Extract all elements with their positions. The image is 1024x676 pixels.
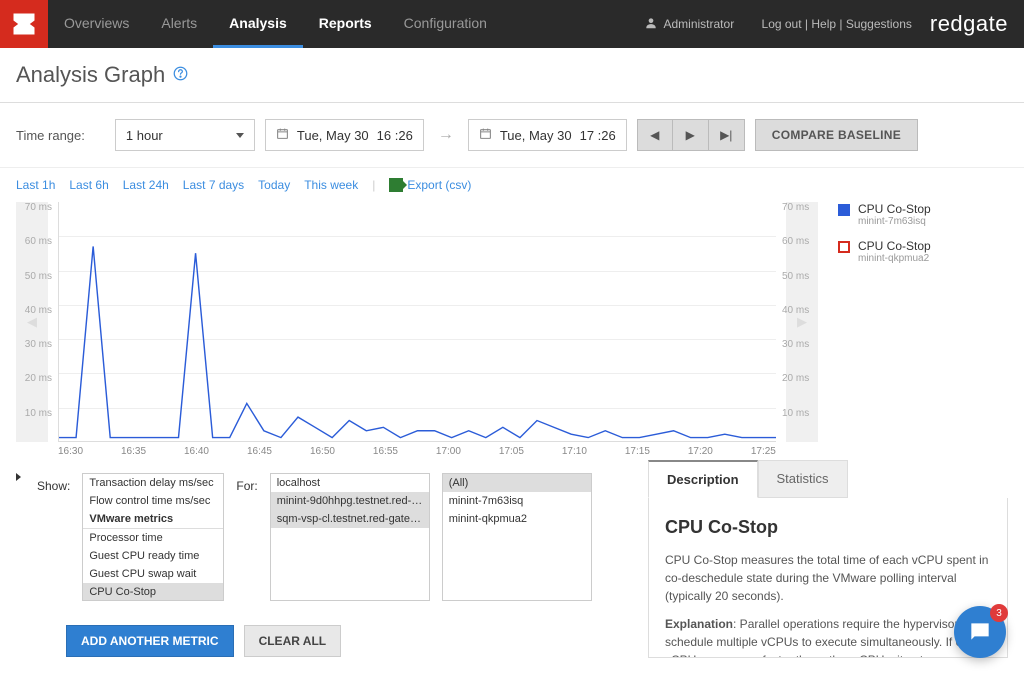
legend-host: minint-qkpmua2 (858, 253, 931, 264)
compare-baseline-button[interactable]: COMPARE BASELINE (755, 119, 918, 151)
nav-alerts[interactable]: Alerts (145, 0, 213, 48)
list-item[interactable]: minint-9d0hhpg.testnet.red-gate.com (271, 492, 429, 510)
timerange-label: Time range: (16, 128, 85, 143)
list-item[interactable]: Processor time (83, 529, 223, 547)
export-icon (389, 178, 403, 192)
quick-24h[interactable]: Last 24h (123, 178, 169, 192)
legend: CPU Co-Stop minint-7m63isq CPU Co-Stop m… (818, 202, 1008, 457)
chart-wrap: ◀ ▶ 70 ms60 ms50 ms40 ms30 ms20 ms10 ms … (0, 202, 1024, 457)
page-title: Analysis Graph (16, 62, 165, 88)
info-tabs: Description Statistics (648, 460, 1008, 498)
export-label: Export (csv) (407, 178, 471, 192)
list-item[interactable]: Flow control time ms/sec (83, 492, 223, 510)
timerange-select[interactable]: 1 hour (115, 119, 255, 151)
list-item[interactable]: CPU Co-Stop (83, 583, 223, 601)
arrow-right-icon: → (434, 126, 458, 144)
quick-week[interactable]: This week (304, 178, 358, 192)
user-links[interactable]: Log out | Help | Suggestions (762, 17, 912, 31)
expand-icon[interactable] (16, 473, 21, 481)
chart-body[interactable] (58, 202, 776, 442)
list-item[interactable]: sqm-vsp-cl.testnet.red-gate.com (271, 510, 429, 528)
to-date-text: Tue, May 30 (500, 128, 572, 143)
legend-swatch (838, 241, 850, 253)
tab-description[interactable]: Description (648, 460, 758, 498)
for-listbox[interactable]: localhostminint-9d0hhpg.testnet.red-gate… (270, 473, 430, 601)
list-item[interactable]: (All) (443, 474, 591, 492)
help-icon[interactable] (173, 66, 188, 84)
list-item[interactable]: VMware metrics (83, 510, 223, 529)
desc-p2: Explanation: Parallel operations require… (665, 615, 991, 658)
from-date[interactable]: Tue, May 30 16 :26 (265, 119, 424, 151)
chat-button[interactable]: 3 (954, 606, 1006, 658)
user-name: Administrator (664, 17, 735, 31)
x-axis: 16:3016:3516:4016:4516:5016:5517:0017:05… (58, 446, 776, 457)
quick-7d[interactable]: Last 7 days (183, 178, 244, 192)
chat-badge: 3 (990, 604, 1008, 622)
to-date[interactable]: Tue, May 30 17 :26 (468, 119, 627, 151)
show-listbox[interactable]: Transaction delay ms/secFlow control tim… (82, 473, 224, 601)
quick-today[interactable]: Today (258, 178, 290, 192)
user-icon (644, 16, 658, 33)
export-link[interactable]: Export (csv) (389, 178, 471, 192)
chevron-down-icon (236, 133, 244, 138)
main-nav: Overviews Alerts Analysis Reports Config… (48, 0, 503, 48)
legend-name: CPU Co-Stop (858, 202, 931, 216)
from-time-text: 16 :26 (377, 128, 413, 143)
legend-host: minint-7m63isq (858, 216, 931, 227)
calendar-icon (276, 127, 289, 143)
brand: redgate (930, 11, 1008, 37)
for-label: For: (236, 473, 257, 493)
nav-configuration[interactable]: Configuration (388, 0, 503, 48)
list-item[interactable]: Guest CPU swap wait (83, 565, 223, 583)
from-date-text: Tue, May 30 (297, 128, 369, 143)
list-item[interactable]: minint-7m63isq (443, 492, 591, 510)
scope-listbox[interactable]: (All)minint-7m63isqminint-qkpmua2 (442, 473, 592, 601)
nav-reports[interactable]: Reports (303, 0, 388, 48)
add-metric-button[interactable]: ADD ANOTHER METRIC (66, 625, 234, 657)
list-item[interactable]: Guest CPU ready time (83, 547, 223, 565)
topbar: Overviews Alerts Analysis Reports Config… (0, 0, 1024, 48)
clear-all-button[interactable]: CLEAR ALL (244, 625, 342, 657)
y-axis-left: 70 ms60 ms50 ms40 ms30 ms20 ms10 ms (16, 202, 56, 442)
to-time-text: 17 :26 (580, 128, 616, 143)
page-header: Analysis Graph (0, 48, 1024, 103)
time-controls: Time range: 1 hour Tue, May 30 16 :26 → … (0, 103, 1024, 168)
next-button[interactable]: ▶ (673, 119, 709, 151)
legend-swatch (838, 204, 850, 216)
nav-button-group: ◀ ▶ ▶| (637, 119, 745, 151)
timerange-value: 1 hour (126, 128, 163, 143)
quick-6h[interactable]: Last 6h (69, 178, 108, 192)
chart-area: ◀ ▶ 70 ms60 ms50 ms40 ms30 ms20 ms10 ms … (16, 202, 818, 457)
legend-name: CPU Co-Stop (858, 239, 931, 253)
list-item[interactable]: localhost (271, 474, 429, 492)
quick-1h[interactable]: Last 1h (16, 178, 55, 192)
separator: | (372, 178, 375, 192)
show-label: Show: (37, 473, 70, 493)
logo (0, 0, 48, 48)
prev-button[interactable]: ◀ (637, 119, 673, 151)
skip-end-button[interactable]: ▶| (709, 119, 745, 151)
tab-statistics[interactable]: Statistics (758, 460, 848, 498)
list-item[interactable]: Transaction delay ms/sec (83, 474, 223, 492)
y-axis-right: 70 ms60 ms50 ms40 ms30 ms20 ms10 ms (778, 202, 818, 442)
nav-overviews[interactable]: Overviews (48, 0, 145, 48)
list-item[interactable]: minint-qkpmua2 (443, 510, 591, 528)
desc-p1: CPU Co-Stop measures the total time of e… (665, 551, 991, 605)
nav-analysis[interactable]: Analysis (213, 0, 303, 48)
desc-title: CPU Co-Stop (665, 514, 991, 541)
quick-range-links: Last 1h Last 6h Last 24h Last 7 days Tod… (0, 168, 1024, 202)
legend-item[interactable]: CPU Co-Stop minint-qkpmua2 (838, 239, 1008, 264)
legend-item[interactable]: CPU Co-Stop minint-7m63isq (838, 202, 1008, 227)
topbar-right: Administrator Log out | Help | Suggestio… (644, 0, 1024, 48)
calendar-icon (479, 127, 492, 143)
